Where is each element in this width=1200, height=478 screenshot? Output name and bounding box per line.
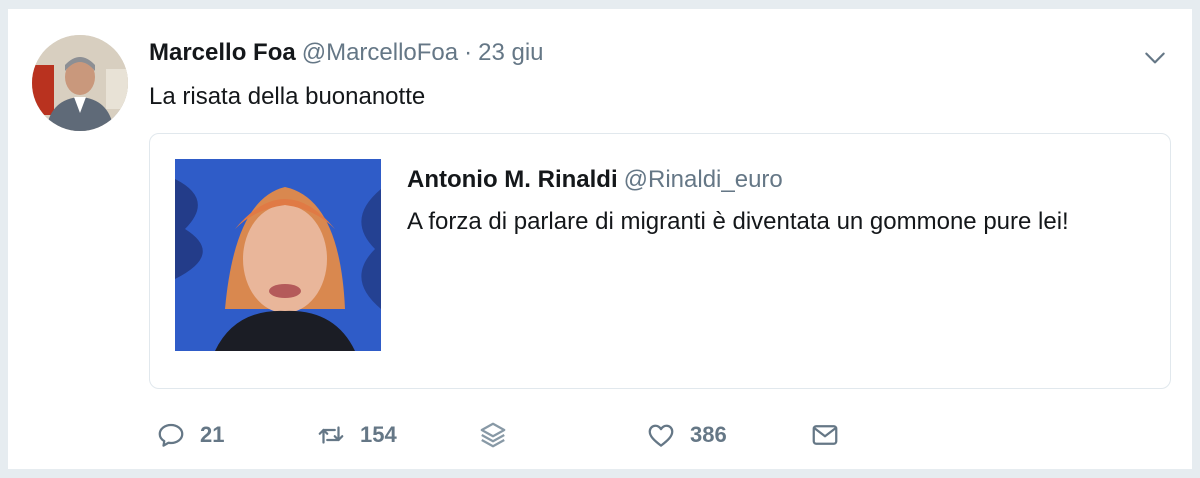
quoted-tweet[interactable]: Antonio M. Rinaldi @Rinaldi_euro A forza… [149, 133, 1171, 389]
quoted-author-handle[interactable]: @Rinaldi_euro [624, 166, 783, 194]
header-separator: · [464, 39, 473, 66]
heart-icon [648, 424, 674, 447]
reply-button[interactable]: 21 [156, 419, 224, 451]
quoted-tweet-image[interactable] [175, 159, 381, 351]
like-count: 386 [690, 422, 727, 447]
retweet-button[interactable]: 154 [316, 419, 397, 451]
chevron-down-icon[interactable] [1142, 45, 1168, 71]
quoted-author-name[interactable]: Antonio M. Rinaldi [407, 166, 618, 194]
reply-icon [158, 423, 184, 447]
tweet-header: Marcello Foa @MarcelloFoa · 23 giu [149, 39, 544, 67]
tweet-actions: 21 154 386 [156, 419, 856, 451]
tweet-text: La risata della buonanotte [149, 83, 426, 110]
envelope-icon [812, 425, 838, 445]
reply-count: 21 [200, 422, 225, 447]
quoted-tweet-header: Antonio M. Rinaldi @Rinaldi_euro [407, 166, 783, 194]
retweet-icon [318, 426, 344, 444]
tweet-time[interactable]: 23 giu [478, 39, 543, 67]
layers-button[interactable] [478, 419, 508, 451]
avatar[interactable] [32, 35, 128, 131]
tweet-card[interactable]: Marcello Foa @MarcelloFoa · 23 giu La ri… [8, 8, 1192, 470]
media-thumbnail [175, 159, 381, 351]
author-handle[interactable]: @MarcelloFoa [302, 39, 458, 67]
direct-message-button[interactable] [810, 419, 840, 451]
avatar-photo [32, 35, 128, 131]
quoted-tweet-text: A forza di parlare di migranti è diventa… [407, 208, 1069, 235]
like-button[interactable]: 386 [646, 419, 727, 451]
retweet-count: 154 [360, 422, 397, 447]
author-name[interactable]: Marcello Foa [149, 39, 296, 67]
layers-icon [480, 422, 506, 448]
